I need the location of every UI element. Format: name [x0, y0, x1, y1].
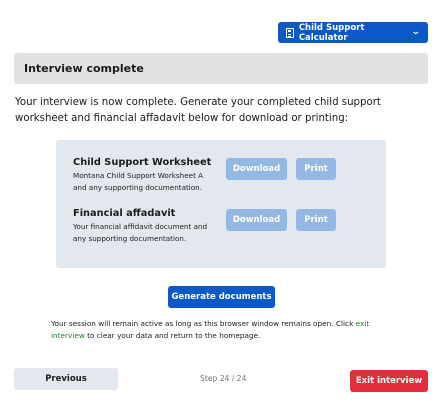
worksheet-download-button[interactable]: Download [226, 158, 287, 180]
session-note: Your session will remain active as long … [51, 318, 391, 342]
intro-text: Your interview is now complete. Generate… [15, 97, 381, 124]
documents-panel: Child Support Worksheet Montana Child Su… [56, 140, 386, 268]
session-note-text: Your session will remain active as long … [51, 319, 356, 328]
page-title: Interview complete [24, 62, 144, 75]
affadavit-print-button[interactable]: Print [296, 209, 336, 231]
calculator-icon [286, 27, 294, 38]
affadavit-download-button[interactable]: Download [226, 209, 287, 231]
chevron-down-icon: ⌄ [411, 27, 422, 37]
calculator-button-content: Child Support Calculator [286, 23, 412, 43]
page-header: Interview complete [14, 53, 428, 84]
document-description: Montana Child Support Worksheet A and an… [73, 171, 204, 192]
step-indicator: Step 24 / 24 [200, 374, 247, 383]
generate-documents-button[interactable]: Generate documents [168, 286, 275, 308]
session-note-text-end: to clear your data and return to the hom… [84, 331, 261, 340]
document-description: Your financial affidavit document and an… [73, 222, 208, 243]
calculator-button-label: Child Support Calculator [298, 22, 365, 43]
worksheet-print-button[interactable]: Print [296, 158, 336, 180]
previous-button[interactable]: Previous [14, 368, 118, 390]
child-support-calculator-button[interactable]: Child Support Calculator ⌄ [278, 22, 428, 43]
exit-interview-button[interactable]: Exit interview [350, 370, 428, 392]
